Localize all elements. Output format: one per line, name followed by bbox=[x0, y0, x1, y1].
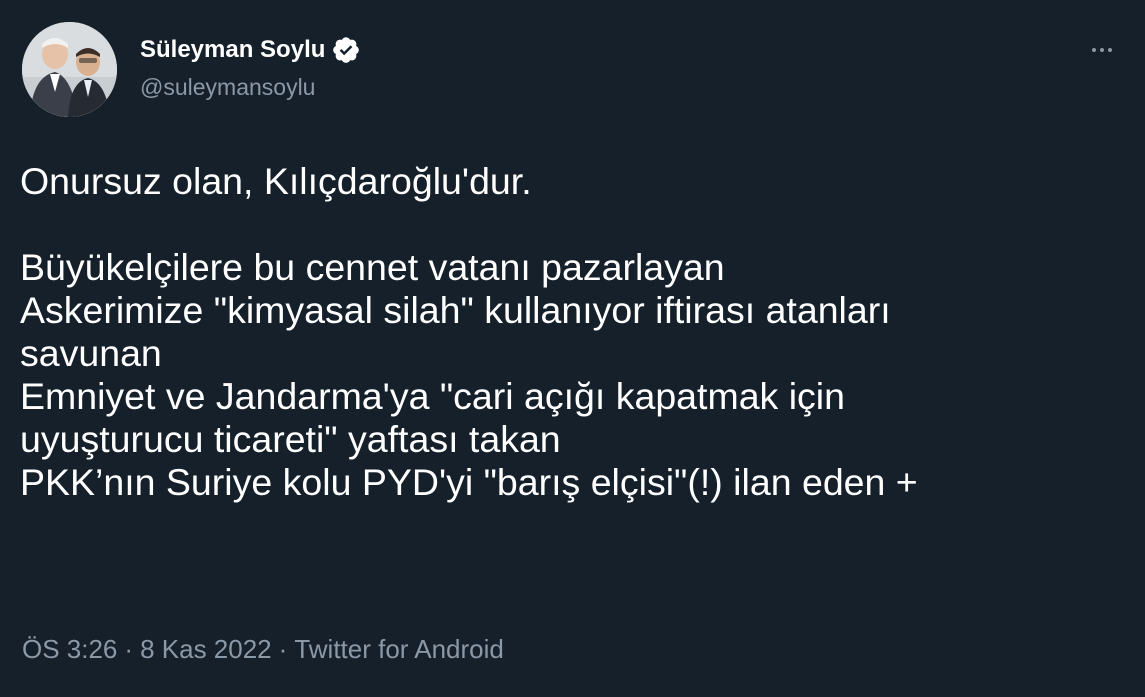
tweet-header: Süleyman Soylu @suleymansoylu bbox=[22, 22, 1122, 122]
tweet-meta: ÖS 3:26 · 8 Kas 2022 · Twitter for Andro… bbox=[22, 634, 504, 665]
tweet-line: savunan bbox=[20, 332, 162, 374]
tweet-line: uyuşturucu ticareti" yaftası takan bbox=[20, 418, 561, 460]
author-names: Süleyman Soylu @suleymansoylu bbox=[140, 30, 361, 101]
profile-photo bbox=[22, 22, 117, 117]
more-options-icon[interactable] bbox=[1082, 40, 1122, 60]
meta-separator: · bbox=[278, 634, 288, 664]
verified-badge-icon bbox=[331, 35, 361, 65]
author-handle[interactable]: @suleymansoylu bbox=[140, 74, 361, 101]
tweet-line: PKK’nın Suriye kolu PYD'yi "barış elçisi… bbox=[20, 461, 918, 503]
avatar[interactable] bbox=[22, 22, 117, 117]
tweet-source[interactable]: Twitter for Android bbox=[294, 634, 504, 665]
more-dot bbox=[1108, 48, 1112, 52]
tweet-line: Emniyet ve Jandarma'ya "cari açığı kapat… bbox=[20, 375, 845, 417]
tweet-date[interactable]: 8 Kas 2022 bbox=[140, 634, 272, 665]
author-display-name[interactable]: Süleyman Soylu bbox=[140, 36, 325, 64]
tweet-card: Süleyman Soylu @suleymansoylu Onursuz ol… bbox=[0, 0, 1145, 697]
tweet-line: Büyükelçilere bu cennet vatanı pazarlaya… bbox=[20, 246, 725, 288]
tweet-time[interactable]: ÖS 3:26 bbox=[22, 634, 117, 665]
tweet-text: Onursuz olan, Kılıçdaroğlu'dur. Büyükelç… bbox=[20, 160, 1130, 504]
tweet-line: Askerimize "kimyasal silah" kullanıyor i… bbox=[20, 289, 891, 331]
tweet-line: Onursuz olan, Kılıçdaroğlu'dur. bbox=[20, 160, 532, 202]
more-dot bbox=[1100, 48, 1104, 52]
more-dot bbox=[1092, 48, 1096, 52]
display-name-row[interactable]: Süleyman Soylu bbox=[140, 30, 361, 70]
meta-separator: · bbox=[124, 634, 134, 664]
